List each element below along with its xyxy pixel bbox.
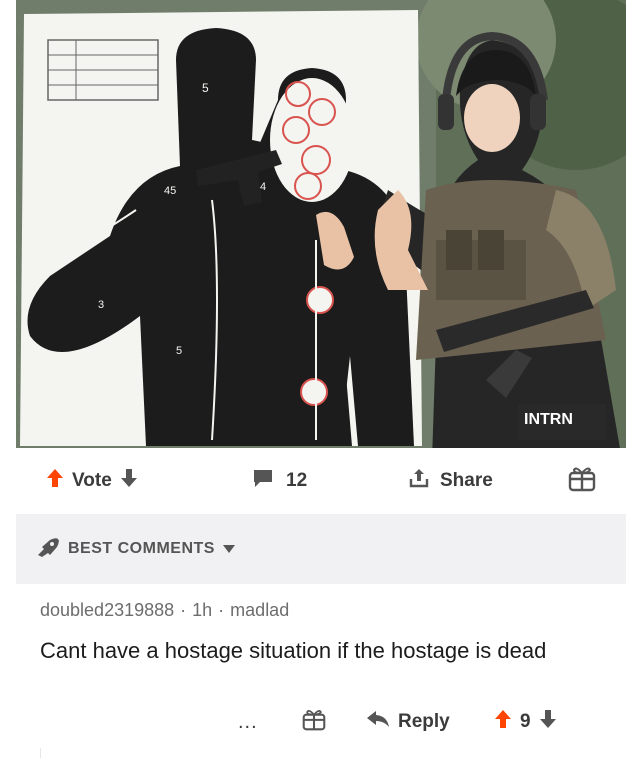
- target-number: 45: [164, 185, 176, 197]
- upvote-icon[interactable]: [494, 709, 512, 735]
- post-image[interactable]: 5 4 3 5 45 INTRN: [16, 0, 626, 448]
- gift-icon: [568, 464, 596, 498]
- comment-flair: madlad: [230, 600, 290, 620]
- target-number: 3: [98, 299, 104, 311]
- rocket-icon: [36, 537, 60, 562]
- comments-button[interactable]: 12: [252, 448, 307, 514]
- separator-dot: ·: [180, 600, 187, 620]
- watermark: INTRN: [518, 404, 606, 440]
- separator-dot: ·: [218, 600, 225, 620]
- share-button[interactable]: Share: [408, 448, 493, 514]
- comment-age: 1h: [192, 600, 213, 620]
- comment-actions: ... Reply 9: [16, 702, 626, 742]
- thread-line: [40, 748, 41, 758]
- caret-down-icon: [222, 540, 235, 558]
- svg-text:INTRN: INTRN: [524, 411, 573, 428]
- comment-meta: doubled2319888 · 1h · madlad: [40, 600, 289, 621]
- comment-vote-group: 9: [494, 702, 557, 742]
- comment-bubble-icon: [252, 468, 274, 494]
- downvote-icon[interactable]: [539, 709, 557, 735]
- reply-label: Reply: [398, 711, 450, 732]
- comment-award-button[interactable]: [302, 702, 326, 742]
- reply-icon: [366, 710, 390, 734]
- comment-score: 9: [520, 711, 531, 732]
- gift-icon: [302, 707, 326, 737]
- post-action-bar: Vote 12 Share: [16, 448, 626, 514]
- downvote-icon[interactable]: [120, 468, 138, 494]
- paper-target: 5 4 3 5 45: [20, 10, 422, 446]
- comments-count: 12: [286, 470, 308, 491]
- target-number: 5: [202, 81, 209, 95]
- comment-text: Cant have a hostage situation if the hos…: [40, 638, 547, 663]
- target-number: 4: [260, 181, 266, 193]
- more-label: ...: [238, 710, 258, 733]
- more-options-button[interactable]: ...: [238, 702, 258, 742]
- upvote-icon[interactable]: [46, 468, 64, 494]
- award-button[interactable]: [568, 448, 596, 514]
- sort-label: BEST COMMENTS: [68, 540, 215, 557]
- comment-author[interactable]: doubled2319888: [40, 600, 174, 620]
- target-number: 5: [176, 345, 182, 357]
- share-label: Share: [440, 470, 493, 491]
- share-icon: [408, 467, 430, 495]
- sort-comments-dropdown[interactable]: BEST COMMENTS: [16, 514, 626, 584]
- comment-card: doubled2319888 · 1h · madlad Cant have a hos…: [16, 584, 626, 765]
- reply-button[interactable]: Reply: [366, 702, 450, 742]
- vote-group: Vote: [46, 448, 138, 514]
- vote-label: Vote: [72, 470, 112, 491]
